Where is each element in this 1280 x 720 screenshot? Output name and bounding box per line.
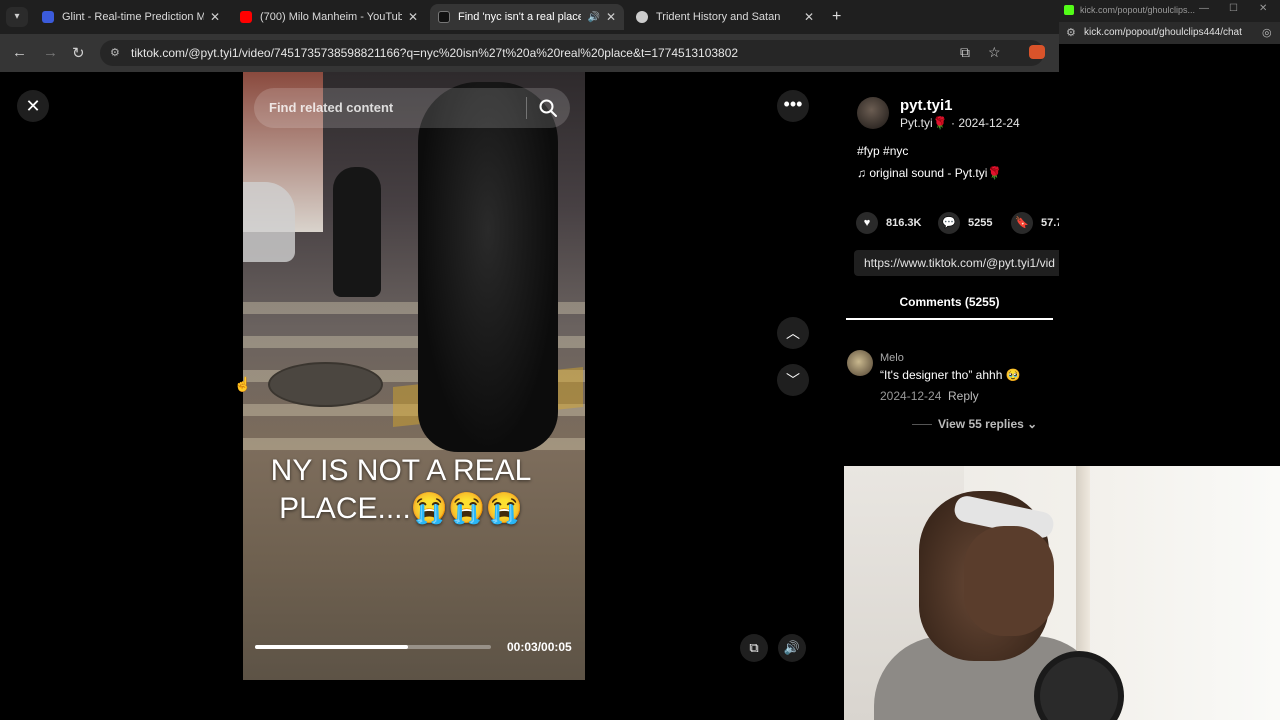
eye-slash-icon[interactable]: ◎ bbox=[1262, 26, 1272, 39]
video-player[interactable]: Find related content NY IS NOT A REAL PL… bbox=[243, 72, 585, 680]
audio-playing-icon[interactable]: 🔊 bbox=[587, 12, 599, 23]
heart-icon[interactable]: ♥ bbox=[856, 212, 878, 234]
video-progress-bar[interactable] bbox=[255, 645, 491, 649]
save-count: 57.7 bbox=[1041, 217, 1059, 229]
kick-logo-icon bbox=[1064, 5, 1074, 15]
close-tab-icon[interactable]: ✕ bbox=[210, 10, 220, 24]
video-frame-manhole bbox=[268, 362, 383, 407]
chatgpt-favicon-icon bbox=[636, 11, 648, 23]
webcam-hand bbox=[964, 526, 1054, 636]
related-content-search[interactable]: Find related content bbox=[254, 88, 570, 128]
site-info-icon[interactable]: ⚙ bbox=[110, 46, 120, 59]
comment-count: 5255 bbox=[968, 217, 993, 229]
browser-toolbar: ← → ↻ ⚙ tiktok.com/@pyt.tyi1/video/74517… bbox=[0, 34, 1059, 72]
maximize-icon[interactable]: ☐ bbox=[1229, 3, 1238, 14]
creator-username[interactable]: pyt.tyi1 bbox=[900, 97, 953, 114]
popup-body bbox=[1059, 44, 1280, 466]
popup-titlebar: kick.com/popout/ghoulclips... — ☐ ✕ bbox=[1059, 0, 1280, 22]
share-url-text[interactable]: https://www.tiktok.com/@pyt.tyi1/vid bbox=[864, 256, 1055, 270]
popup-url-text: kick.com/popout/ghoulclips444/chat bbox=[1084, 27, 1242, 38]
comment-bubble-icon[interactable]: 💬 bbox=[938, 212, 960, 234]
url-text[interactable]: tiktok.com/@pyt.tyi1/video/7451735738598… bbox=[131, 46, 738, 60]
tab-comments[interactable]: Comments (5255) bbox=[846, 295, 1053, 309]
forward-icon[interactable]: → bbox=[43, 44, 58, 61]
tab-strip: ▾ Glint - Real-time Prediction Ma ✕ (700… bbox=[0, 0, 1059, 34]
more-options-button[interactable]: ••• bbox=[777, 90, 809, 122]
like-count: 816.3K bbox=[886, 217, 922, 229]
like-stat[interactable]: ♥ 816.3K bbox=[856, 212, 921, 234]
creator-subline: Pyt.tyi🌹 · 2024-12-24 bbox=[900, 116, 1020, 130]
creator-nickname: Pyt.tyi🌹 bbox=[900, 116, 948, 130]
tab-youtube[interactable]: (700) Milo Manheim - YouTube ✕ bbox=[232, 4, 426, 30]
search-placeholder[interactable]: Find related content bbox=[269, 100, 393, 115]
close-tab-icon[interactable]: ✕ bbox=[804, 10, 814, 24]
comment-date: 2024-12-24 bbox=[880, 389, 942, 403]
close-window-icon[interactable]: ✕ bbox=[1259, 3, 1267, 14]
extension-icon[interactable] bbox=[1029, 45, 1045, 59]
new-tab-icon[interactable]: + bbox=[832, 8, 841, 26]
comment-text: “It's designer tho” ahhh 🥹 bbox=[880, 368, 1021, 382]
music-note-icon: ♫ bbox=[857, 166, 866, 180]
video-progress-fill bbox=[255, 645, 409, 649]
search-icon[interactable] bbox=[537, 97, 559, 119]
popup-title: kick.com/popout/ghoulclips... bbox=[1080, 5, 1196, 15]
tab-title: Trident History and Satan bbox=[656, 11, 781, 23]
caption-line-2: PLACE....😭😭😭 bbox=[279, 492, 523, 525]
tab-glint[interactable]: Glint - Real-time Prediction Ma ✕ bbox=[34, 4, 228, 30]
tab-trident[interactable]: Trident History and Satan ✕ bbox=[628, 4, 822, 30]
glint-favicon-icon bbox=[42, 11, 54, 23]
bookmark-star-icon[interactable]: ☆ bbox=[988, 44, 1001, 61]
popup-address-bar: ⚙ kick.com/popout/ghoulclips444/chat ◎ bbox=[1059, 22, 1280, 44]
sound-title[interactable]: original sound - Pyt.tyi🌹 bbox=[869, 166, 1002, 180]
streamer-webcam-overlay bbox=[844, 466, 1280, 720]
video-frame-pedestrian bbox=[333, 167, 381, 297]
view-replies-button[interactable]: View 55 replies ⌄ bbox=[912, 417, 1037, 431]
tab-title: Glint - Real-time Prediction Ma bbox=[62, 11, 204, 23]
reply-button[interactable]: Reply bbox=[948, 389, 979, 403]
reload-icon[interactable]: ↻ bbox=[72, 44, 85, 62]
video-timecode: 00:03/00:05 bbox=[507, 640, 572, 654]
video-caption: NY IS NOT A REAL PLACE....😭😭😭 bbox=[243, 452, 559, 528]
install-app-icon[interactable]: ⧉ bbox=[960, 44, 970, 61]
commenter-username[interactable]: Melo bbox=[880, 352, 904, 364]
tiktok-favicon-icon bbox=[438, 11, 450, 23]
back-icon[interactable]: ← bbox=[12, 44, 27, 61]
commenter-avatar[interactable] bbox=[847, 350, 873, 376]
previous-video-button[interactable]: ︿ bbox=[777, 317, 809, 349]
address-bar[interactable]: ⚙ tiktok.com/@pyt.tyi1/video/74517357385… bbox=[100, 40, 1044, 66]
save-stat[interactable]: 🔖 57.7 bbox=[1011, 212, 1059, 234]
close-tab-icon[interactable]: ✕ bbox=[408, 10, 418, 24]
tab-title: Find 'nyc isn't a real place' o bbox=[458, 11, 582, 23]
video-frame-car bbox=[243, 182, 295, 262]
close-video-button[interactable]: ✕ bbox=[17, 90, 49, 122]
volume-icon[interactable]: 🔊 bbox=[778, 634, 806, 662]
active-tab-underline bbox=[846, 318, 1053, 320]
site-info-icon[interactable]: ⚙ bbox=[1066, 26, 1076, 39]
share-link-box[interactable]: https://www.tiktok.com/@pyt.tyi1/vid bbox=[854, 250, 1059, 276]
search-divider bbox=[526, 97, 527, 119]
hashtags[interactable]: #fyp #nyc bbox=[857, 144, 908, 158]
video-frame-puffer-jacket-person bbox=[418, 82, 558, 452]
next-video-button[interactable]: ﹀ bbox=[777, 364, 809, 396]
tab-search-button[interactable]: ▾ bbox=[6, 7, 28, 27]
youtube-favicon-icon bbox=[240, 11, 252, 23]
post-date: 2024-12-24 bbox=[958, 116, 1020, 130]
tab-tiktok[interactable]: Find 'nyc isn't a real place' o 🔊 ✕ bbox=[430, 4, 624, 30]
sound-row[interactable]: ♫ original sound - Pyt.tyi🌹 bbox=[857, 166, 1002, 180]
mouse-cursor-icon: ☝ bbox=[234, 376, 252, 392]
bookmark-icon[interactable]: 🔖 bbox=[1011, 212, 1033, 234]
comment-stat[interactable]: 💬 5255 bbox=[938, 212, 992, 234]
close-tab-icon[interactable]: ✕ bbox=[606, 10, 616, 24]
floating-player-icon[interactable]: ⧉ bbox=[740, 634, 768, 662]
minimize-icon[interactable]: — bbox=[1199, 3, 1209, 14]
caption-line-1: NY IS NOT A REAL bbox=[270, 454, 532, 487]
tab-title: (700) Milo Manheim - YouTube bbox=[260, 11, 402, 23]
creator-avatar[interactable] bbox=[857, 97, 889, 129]
